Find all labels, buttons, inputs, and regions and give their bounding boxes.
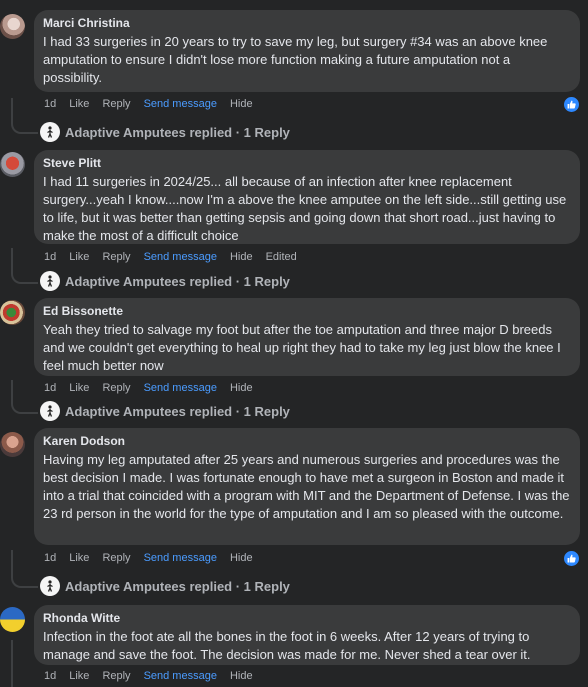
comment-text: Having my leg amputated after 25 years a…	[43, 452, 570, 521]
reply-button[interactable]: Reply	[102, 670, 130, 682]
comment-time[interactable]: 1d	[44, 98, 56, 110]
adaptive-amputees-logo-icon	[40, 271, 60, 291]
replies-summary: Adaptive Amputees replied · 1 Reply	[65, 124, 290, 140]
thread-connector	[11, 248, 38, 284]
adaptive-amputees-logo-icon	[40, 122, 60, 142]
comment-author[interactable]: Rhonda Witte	[43, 609, 571, 627]
comment-actions: 1d Like Reply Send message Hide	[44, 552, 266, 564]
reply-button[interactable]: Reply	[102, 382, 130, 394]
replies-summary: Adaptive Amputees replied · 1 Reply	[65, 273, 290, 289]
view-replies-link[interactable]: Adaptive Amputees replied · 1 Reply	[40, 270, 290, 292]
comment-bubble: Karen Dodson Having my leg amputated aft…	[34, 428, 580, 545]
comment-text: I had 11 surgeries in 2024/25... all bec…	[43, 174, 567, 243]
send-message-link[interactable]: Send message	[144, 382, 217, 394]
like-button[interactable]: Like	[69, 670, 89, 682]
comment-text: Yeah they tried to salvage my foot but a…	[43, 322, 561, 373]
reply-button[interactable]: Reply	[102, 552, 130, 564]
like-button[interactable]: Like	[69, 552, 89, 564]
send-message-link[interactable]: Send message	[144, 670, 217, 682]
comment-actions: 1d Like Reply Send message Hide	[44, 98, 266, 110]
comment-actions: 1d Like Reply Send message Hide	[44, 382, 266, 394]
like-button[interactable]: Like	[69, 382, 89, 394]
hide-button[interactable]: Hide	[230, 251, 253, 263]
thread-connector	[11, 550, 38, 588]
view-replies-link[interactable]: Adaptive Amputees replied · 1 Reply	[40, 575, 290, 597]
edited-label: Edited	[265, 251, 297, 263]
thread-connector	[11, 640, 38, 687]
adaptive-amputees-logo-icon	[40, 401, 60, 421]
thread-connector	[11, 98, 38, 134]
comment-time[interactable]: 1d	[44, 251, 56, 263]
comment-author[interactable]: Steve Plitt	[43, 154, 571, 172]
comment-text: I had 33 surgeries in 20 years to try to…	[43, 34, 548, 85]
comment-bubble: Ed Bissonette Yeah they tried to salvage…	[34, 298, 580, 376]
avatar[interactable]	[0, 14, 25, 39]
hide-button[interactable]: Hide	[230, 98, 253, 110]
comment-bubble: Rhonda Witte Infection in the foot ate a…	[34, 605, 580, 665]
comment-author[interactable]: Ed Bissonette	[43, 302, 571, 320]
send-message-link[interactable]: Send message	[144, 251, 217, 263]
avatar[interactable]	[0, 300, 25, 325]
avatar[interactable]	[0, 607, 25, 632]
send-message-link[interactable]: Send message	[144, 98, 217, 110]
comment-author[interactable]: Marci Christina	[43, 14, 571, 32]
avatar[interactable]	[0, 432, 25, 457]
comment-text: Infection in the foot ate all the bones …	[43, 629, 531, 662]
send-message-link[interactable]: Send message	[144, 552, 217, 564]
hide-button[interactable]: Hide	[230, 670, 253, 682]
reply-button[interactable]: Reply	[102, 98, 130, 110]
comment-time[interactable]: 1d	[44, 382, 56, 394]
comment-actions: 1d Like Reply Send message Hide	[44, 670, 266, 682]
hide-button[interactable]: Hide	[230, 382, 253, 394]
thread-connector	[11, 380, 38, 414]
hide-button[interactable]: Hide	[230, 552, 253, 564]
like-reaction-icon[interactable]	[562, 95, 581, 114]
like-button[interactable]: Like	[69, 251, 89, 263]
reply-button[interactable]: Reply	[102, 251, 130, 263]
like-reaction-icon[interactable]	[562, 549, 581, 568]
avatar[interactable]	[0, 152, 25, 177]
comment-time[interactable]: 1d	[44, 552, 56, 564]
comment-thread: Marci Christina I had 33 surgeries in 20…	[0, 0, 588, 687]
comment-bubble: Marci Christina I had 33 surgeries in 20…	[34, 10, 580, 92]
comment-bubble: Steve Plitt I had 11 surgeries in 2024/2…	[34, 150, 580, 244]
adaptive-amputees-logo-icon	[40, 576, 60, 596]
replies-summary: Adaptive Amputees replied · 1 Reply	[65, 578, 290, 594]
like-button[interactable]: Like	[69, 98, 89, 110]
view-replies-link[interactable]: Adaptive Amputees replied · 1 Reply	[40, 400, 290, 422]
comment-time[interactable]: 1d	[44, 670, 56, 682]
comment-author[interactable]: Karen Dodson	[43, 432, 571, 450]
comment-actions: 1d Like Reply Send message Hide Edited	[44, 251, 310, 263]
view-replies-link[interactable]: Adaptive Amputees replied · 1 Reply	[40, 121, 290, 143]
replies-summary: Adaptive Amputees replied · 1 Reply	[65, 403, 290, 419]
